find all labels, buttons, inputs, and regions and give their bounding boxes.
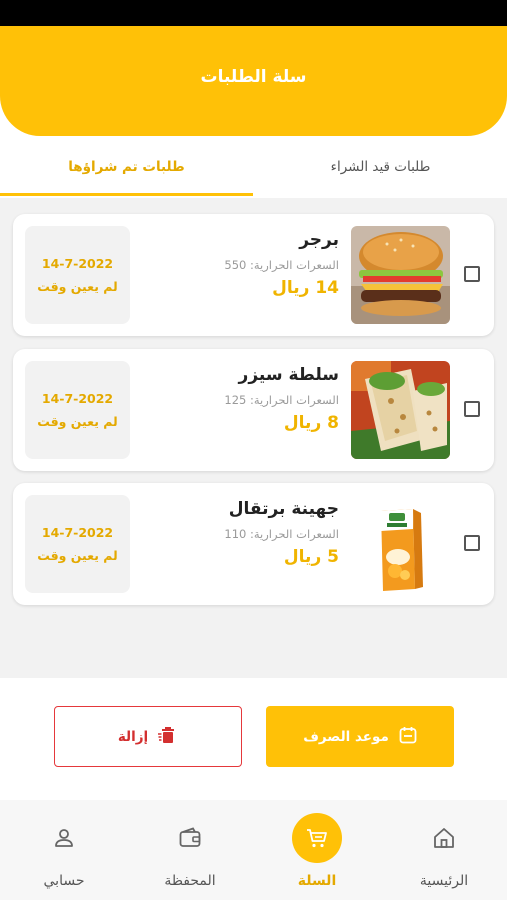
item-name: جهينة برتقال xyxy=(228,499,339,519)
order-date: 14-7-2022 xyxy=(41,391,114,406)
bottom-nav: الرئيسية السلة المحفظة حسابي xyxy=(0,800,507,900)
juice-box-image xyxy=(351,495,450,593)
tab-purchased[interactable]: طلبات تم شراؤها xyxy=(0,136,253,198)
tab-label: طلبات تم شراؤها xyxy=(68,159,185,175)
order-date-box: 14-7-2022 لم يعين وقت xyxy=(25,495,130,593)
item-price: 14 ريال xyxy=(272,278,339,298)
item-name: سلطة سيزر xyxy=(238,365,339,385)
order-date-box: 14-7-2022 لم يعين وقت xyxy=(25,226,130,324)
item-checkbox[interactable] xyxy=(464,535,480,551)
order-time-status: لم يعين وقت xyxy=(37,548,118,563)
tab-bar: طلبات تم شراؤها طلبات قيد الشراء xyxy=(0,136,507,198)
nav-label: السلة xyxy=(297,873,337,889)
schedule-label: موعد الصرف xyxy=(303,728,389,745)
item-calories: السعرات الحرارية: 110 xyxy=(224,527,339,541)
burger-image xyxy=(351,226,450,324)
user-icon xyxy=(39,813,89,863)
action-bar: موعد الصرف إزالة xyxy=(0,678,507,800)
order-card: 14-7-2022 لم يعين وقت جهينة برتقال السعر… xyxy=(13,483,494,605)
order-date: 14-7-2022 xyxy=(41,256,114,271)
nav-label: حسابي xyxy=(43,873,85,889)
item-calories: السعرات الحرارية: 550 xyxy=(224,258,339,272)
item-calories: السعرات الحرارية: 125 xyxy=(224,393,339,407)
trash-icon xyxy=(158,726,178,748)
header: سلة الطلبات xyxy=(0,26,507,136)
status-bar xyxy=(0,0,507,26)
cart-icon xyxy=(292,813,342,863)
item-checkbox[interactable] xyxy=(464,266,480,282)
nav-label: المحفظة xyxy=(164,873,216,889)
schedule-button[interactable]: موعد الصرف xyxy=(266,706,454,767)
order-list: 14-7-2022 لم يعين وقت برجر السعرات الحرا… xyxy=(0,198,507,678)
order-card: 14-7-2022 لم يعين وقت سلطة سيزر السعرات … xyxy=(13,349,494,471)
nav-item-wallet[interactable]: المحفظة xyxy=(140,800,240,900)
wrap-image xyxy=(351,361,450,459)
nav-item-home[interactable]: الرئيسية xyxy=(394,800,494,900)
order-info: جهينة برتقال السعرات الحرارية: 110 5 ريا… xyxy=(129,499,339,567)
tab-in-progress[interactable]: طلبات قيد الشراء xyxy=(254,136,507,198)
tab-label: طلبات قيد الشراء xyxy=(330,159,431,175)
wallet-icon xyxy=(165,813,215,863)
remove-button[interactable]: إزالة xyxy=(54,706,242,767)
nav-label: الرئيسية xyxy=(419,873,469,889)
nav-item-account[interactable]: حسابي xyxy=(14,800,114,900)
item-price: 8 ريال xyxy=(283,413,339,433)
remove-label: إزالة xyxy=(117,728,149,745)
item-name: برجر xyxy=(299,230,339,250)
item-checkbox[interactable] xyxy=(464,401,480,417)
nav-item-cart[interactable]: السلة xyxy=(267,800,367,900)
tab-active-indicator xyxy=(0,193,253,196)
calendar-icon xyxy=(399,726,417,748)
page-title: سلة الطلبات xyxy=(200,67,307,87)
order-date: 14-7-2022 xyxy=(41,525,114,540)
home-icon xyxy=(419,813,469,863)
order-time-status: لم يعين وقت xyxy=(37,279,118,294)
order-card: 14-7-2022 لم يعين وقت برجر السعرات الحرا… xyxy=(13,214,494,336)
order-info: سلطة سيزر السعرات الحرارية: 125 8 ريال xyxy=(129,365,339,433)
order-date-box: 14-7-2022 لم يعين وقت xyxy=(25,361,130,459)
item-price: 5 ريال xyxy=(283,547,339,567)
order-info: برجر السعرات الحرارية: 550 14 ريال xyxy=(129,230,339,298)
order-time-status: لم يعين وقت xyxy=(37,414,118,429)
